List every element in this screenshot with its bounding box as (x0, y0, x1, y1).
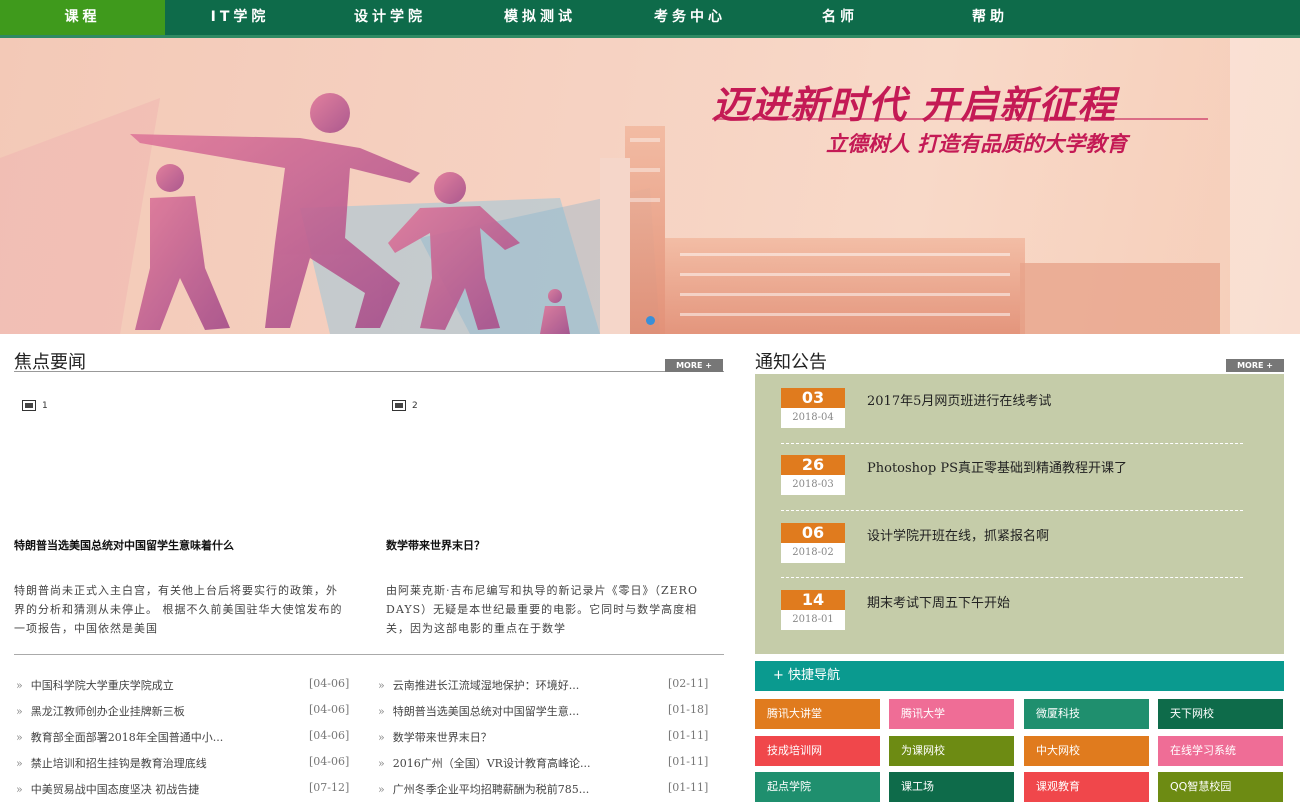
list-item-date: [01-11] (668, 781, 709, 794)
list-item-date: [01-18] (668, 703, 709, 716)
notice-divider (781, 577, 1243, 578)
notice-item[interactable]: 26 2018-03 Photoshop PS真正零基础到精通教程开课了 (781, 455, 1261, 499)
quick-link[interactable]: 中大网校 (1024, 736, 1149, 766)
banner-title: 迈进新时代 开启新征程 (712, 83, 1117, 127)
list-item-date: [01-11] (668, 729, 709, 742)
quick-link[interactable]: 微厦科技 (1024, 699, 1149, 729)
notices-panel: 03 2018-04 2017年5月网页班进行在线考试 26 2018-03 P… (755, 374, 1284, 654)
quick-link[interactable]: 在线学习系统 (1158, 736, 1283, 766)
quick-link[interactable]: 课工场 (889, 772, 1014, 802)
news-image-alt: 1 (42, 401, 48, 411)
banner-subtitle: 立德树人 打造有品质的大学教育 (826, 132, 1128, 156)
notice-link[interactable]: 期末考试下周五下午开始 (867, 592, 1010, 611)
list-item[interactable]: » 教育部全面部署2018年全国普通中小... (16, 729, 223, 745)
list-item-date: [02-11] (668, 677, 709, 690)
news-headline-2[interactable]: 数学带来世界末日？ (386, 537, 485, 553)
notices-title: 通知公告 (755, 352, 827, 373)
list-item-date: [04-06] (309, 729, 350, 742)
news-image-alt: 2 (412, 401, 418, 411)
notice-link[interactable]: Photoshop PS真正零基础到精通教程开课了 (867, 457, 1127, 476)
notices-more-button[interactable]: MORE + (1226, 359, 1284, 372)
date-year-month: 2018-02 (781, 543, 845, 563)
date-badge: 26 2018-03 (781, 455, 845, 495)
date-badge: 14 2018-01 (781, 590, 845, 630)
list-item[interactable]: » 特朗普当选美国总统对中国留学生意... (378, 703, 579, 719)
nav-item-exam-center[interactable]: 考务中心 (615, 0, 765, 35)
date-badge: 06 2018-02 (781, 523, 845, 563)
focus-news-divider (14, 371, 724, 372)
list-item[interactable]: » 数学带来世界末日？ (378, 729, 492, 745)
list-item-date: [04-06] (309, 755, 350, 768)
date-year-month: 2018-04 (781, 408, 845, 428)
list-item[interactable]: » 2016广州（全国）VR设计教育高峰论... (378, 755, 590, 771)
quick-link[interactable]: 天下网校 (1158, 699, 1283, 729)
list-item-date: [07-12] (309, 781, 350, 794)
top-nav: 课程 IT学院 设计学院 模拟测试 考务中心 名师 帮助 (0, 0, 1300, 38)
quick-link[interactable]: QQ智慧校园 (1158, 772, 1283, 802)
quick-link[interactable]: 腾讯大学 (889, 699, 1014, 729)
list-item[interactable]: » 黑龙江教师创办企业挂牌新三板 (16, 703, 185, 719)
notice-divider (781, 443, 1243, 444)
quick-link[interactable]: 课观教育 (1024, 772, 1149, 802)
list-item[interactable]: » 云南推进长江流域湿地保护：环境好... (378, 677, 579, 693)
list-item[interactable]: » 禁止培训和招生挂钩是教育治理底线 (16, 755, 207, 771)
notice-link[interactable]: 2017年5月网页班进行在线考试 (867, 390, 1051, 409)
nav-item-design-college[interactable]: 设计学院 (315, 0, 465, 35)
nav-item-courses[interactable]: 课程 (0, 0, 165, 35)
news-image-2[interactable]: 2 (392, 400, 418, 411)
notice-item[interactable]: 14 2018-01 期末考试下周五下午开始 (781, 590, 1261, 634)
quick-nav-header: + 快捷导航 (755, 661, 1284, 691)
news-summary-1: 特朗普尚未正式入主白宫，有关他上台后将要实行的政策，外界的分析和猜测从未停止。 … (14, 584, 343, 635)
broken-image-icon (392, 400, 406, 411)
quick-link[interactable]: 腾讯大讲堂 (755, 699, 880, 729)
quick-link[interactable]: 技成培训网 (755, 736, 880, 766)
quick-link[interactable]: 起点学院 (755, 772, 880, 802)
list-item[interactable]: » 中美贸易战中国态度坚决 初战告捷 (16, 781, 199, 797)
focus-more-button[interactable]: MORE + (665, 359, 723, 372)
date-year-month: 2018-01 (781, 610, 845, 630)
notice-link[interactable]: 设计学院开班在线，抓紧报名啊 (867, 525, 1049, 544)
quick-link[interactable]: 为课网校 (889, 736, 1014, 766)
list-item[interactable]: » 广州冬季企业平均招聘薪酬为税前785... (378, 781, 589, 797)
news-list-divider (14, 654, 724, 655)
broken-image-icon (22, 400, 36, 411)
date-day: 26 (781, 455, 845, 475)
news-headline-1[interactable]: 特朗普当选美国总统对中国留学生意味着什么 (14, 537, 234, 553)
notice-item[interactable]: 03 2018-04 2017年5月网页班进行在线考试 (781, 388, 1261, 432)
nav-item-mock-test[interactable]: 模拟测试 (465, 0, 615, 35)
date-year-month: 2018-03 (781, 475, 845, 495)
notice-divider (781, 510, 1243, 511)
list-item-date: [04-06] (309, 703, 350, 716)
date-day: 14 (781, 590, 845, 610)
list-item-date: [04-06] (309, 677, 350, 690)
news-image-1[interactable]: 1 (22, 400, 48, 411)
list-item-date: [01-11] (668, 755, 709, 768)
news-summary-2: 由阿莱克斯·吉布尼编写和执导的新记录片《零日》（ZERO DAYS）无疑是本世纪… (386, 584, 698, 635)
nav-item-teachers[interactable]: 名师 (765, 0, 915, 35)
date-badge: 03 2018-04 (781, 388, 845, 428)
notice-item[interactable]: 06 2018-02 设计学院开班在线，抓紧报名啊 (781, 523, 1261, 567)
hero-banner[interactable]: 迈进新时代 开启新征程 立德树人 打造有品质的大学教育 (0, 38, 1300, 334)
carousel-indicator-dot[interactable] (646, 316, 655, 325)
list-item[interactable]: » 中国科学院大学重庆学院成立 (16, 677, 174, 693)
nav-item-help[interactable]: 帮助 (915, 0, 1065, 35)
date-day: 06 (781, 523, 845, 543)
nav-item-it-college[interactable]: IT学院 (165, 0, 315, 35)
date-day: 03 (781, 388, 845, 408)
banner-divider (712, 118, 1208, 120)
